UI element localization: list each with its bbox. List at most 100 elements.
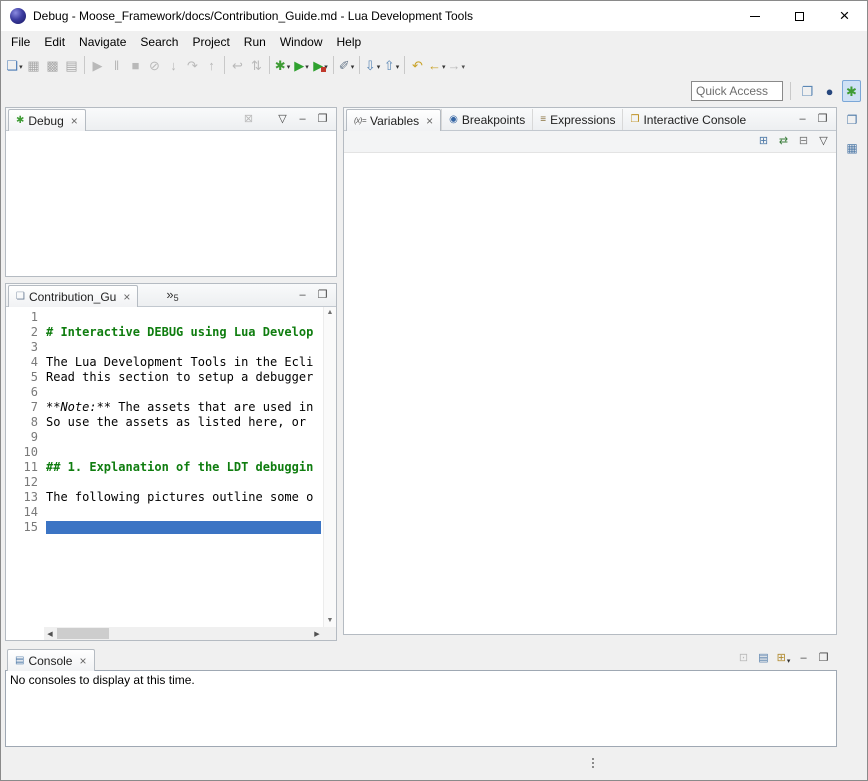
maximize-view-button[interactable]: ❐ — [314, 286, 331, 304]
show-logical-structures-button[interactable]: ⇄ — [775, 133, 792, 151]
external-tools-button[interactable]: ▶ — [311, 54, 330, 76]
dropdown-arrow-icon[interactable] — [19, 56, 23, 74]
debug-button[interactable]: ✱ — [273, 54, 292, 76]
horizontal-sash-console[interactable] — [5, 641, 837, 647]
variables-view-content[interactable] — [344, 153, 836, 634]
toolbar-separator — [790, 82, 791, 100]
maximize-view-button[interactable]: ❐ — [314, 110, 331, 128]
vertical-sash[interactable] — [337, 107, 343, 635]
editor-tab-overflow-button[interactable]: » 5 — [162, 286, 182, 305]
code-text: # Interactive DEBUG using Lua Develop — [46, 325, 313, 339]
dropdown-arrow-icon[interactable] — [377, 56, 381, 74]
console-view-content[interactable]: No consoles to display at this time. — [5, 670, 837, 747]
debug-view-content[interactable] — [6, 131, 336, 276]
display-selected-console-button[interactable]: ▤ — [755, 650, 772, 668]
editor-horizontal-scrollbar[interactable] — [44, 627, 323, 640]
lua-perspective-button[interactable]: ● — [820, 80, 839, 102]
search-button[interactable]: ✐ — [337, 54, 356, 76]
code-line[interactable]: ## 1. Explanation of the LDT debuggin — [46, 460, 323, 475]
code-line[interactable] — [46, 445, 323, 460]
code-line[interactable] — [46, 340, 323, 355]
run-button[interactable]: ▶ — [292, 54, 311, 76]
maximize-button[interactable] — [777, 1, 822, 31]
tab-contribution-gu[interactable]: ❏Contribution_Gu× — [8, 285, 138, 307]
code-line[interactable] — [46, 520, 323, 535]
back-button[interactable]: ← — [427, 54, 447, 76]
code-line[interactable]: **Note:** The assets that are used in — [46, 400, 323, 415]
status-bar-drag-handle[interactable] — [592, 758, 594, 768]
minimize-button[interactable] — [732, 1, 777, 31]
dropdown-arrow-icon[interactable] — [462, 56, 466, 74]
code-line[interactable]: Read this section to setup a debugger — [46, 370, 323, 385]
collapse-all-button[interactable]: ⊟ — [795, 133, 812, 151]
horizontal-sash-debug-editor[interactable] — [5, 277, 337, 283]
variables-view-toolbar: ⊞ ⇄⊟▽ — [344, 131, 836, 153]
new-wizard-button[interactable]: ❏ — [5, 54, 24, 76]
code-line[interactable] — [46, 430, 323, 445]
minimize-view-button[interactable]: – — [294, 286, 311, 304]
menu-search[interactable]: Search — [133, 33, 185, 51]
tab-debug[interactable]: ✱Debug× — [8, 109, 86, 131]
close-button[interactable] — [822, 1, 867, 31]
tab-variables[interactable]: (x)=Variables× — [346, 109, 441, 131]
open-console-button[interactable]: ⊞ — [775, 650, 792, 668]
minimize-view-button[interactable]: – — [294, 110, 311, 128]
code-line[interactable]: So use the assets as listed here, or — [46, 415, 323, 430]
maximize-view-button[interactable]: ❐ — [815, 650, 832, 668]
last-edit-location-icon: ↶ — [412, 59, 423, 72]
scroll-down-icon[interactable] — [324, 615, 336, 627]
menu-run[interactable]: Run — [237, 33, 273, 51]
menu-navigate[interactable]: Navigate — [72, 33, 133, 51]
restore-view-stack-2-button[interactable]: ▦ — [843, 137, 862, 159]
scroll-up-icon[interactable] — [324, 307, 336, 319]
menu-project[interactable]: Project — [185, 33, 236, 51]
close-tab-icon[interactable]: × — [123, 291, 130, 303]
restore-view-stack-1-button[interactable]: ❐ — [843, 109, 862, 131]
editor-vertical-scrollbar[interactable] — [323, 307, 336, 627]
print-icon: ▤ — [65, 59, 77, 72]
debug-perspective-button[interactable]: ✱ — [842, 80, 861, 102]
code-line[interactable] — [46, 310, 323, 325]
code-line[interactable] — [46, 505, 323, 520]
dropdown-arrow-icon[interactable] — [287, 56, 291, 74]
tab-breakpoints[interactable]: ◉Breakpoints — [441, 109, 532, 130]
show-type-names-icon: ⊞ — [759, 136, 768, 147]
code-area[interactable]: # Interactive DEBUG using Lua Develop The… — [44, 307, 323, 627]
dropdown-arrow-icon[interactable] — [442, 56, 446, 74]
last-edit-location-button[interactable]: ↶ — [408, 54, 427, 76]
close-tab-icon[interactable]: × — [79, 655, 86, 667]
tab-console[interactable]: ▤Console× — [7, 649, 95, 671]
menu-file[interactable]: File — [4, 33, 37, 51]
open-perspective-button[interactable]: ❐ — [798, 80, 817, 102]
next-annotation-button[interactable]: ⇩ — [363, 54, 382, 76]
dropdown-arrow-icon[interactable] — [305, 56, 309, 74]
minimize-view-button[interactable]: – — [795, 650, 812, 668]
maximize-view-icon: ❐ — [818, 114, 828, 125]
horizontal-scrollbar-thumb[interactable] — [57, 628, 109, 639]
minimize-view-button[interactable]: – — [794, 110, 811, 128]
close-tab-icon[interactable]: × — [426, 115, 433, 127]
tab-expressions[interactable]: ≡Expressions — [532, 109, 622, 130]
dropdown-arrow-icon[interactable] — [396, 56, 400, 74]
scroll-left-icon[interactable] — [44, 627, 56, 640]
quick-access-input[interactable]: Quick Access — [691, 81, 783, 101]
menu-help[interactable]: Help — [330, 33, 369, 51]
code-line[interactable] — [46, 385, 323, 400]
menu-edit[interactable]: Edit — [37, 33, 72, 51]
view-menu-button[interactable]: ▽ — [274, 110, 291, 128]
dropdown-arrow-icon[interactable] — [351, 56, 355, 74]
view-menu-button[interactable]: ▽ — [815, 133, 832, 151]
menu-window[interactable]: Window — [273, 33, 330, 51]
dropdown-arrow-icon[interactable] — [787, 650, 791, 668]
code-line[interactable]: The Lua Development Tools in the Ecli — [46, 355, 323, 370]
maximize-view-button[interactable]: ❐ — [814, 110, 831, 128]
close-tab-icon[interactable]: × — [71, 115, 78, 127]
show-type-names-button[interactable]: ⊞ — [755, 133, 772, 151]
scroll-right-icon[interactable] — [311, 627, 323, 640]
code-line[interactable] — [46, 475, 323, 490]
previous-annotation-button[interactable]: ⇧ — [382, 54, 401, 76]
code-line[interactable]: The following pictures outline some o — [46, 490, 323, 505]
code-line[interactable]: # Interactive DEBUG using Lua Develop — [46, 325, 323, 340]
tab-interactive-console[interactable]: ❒Interactive Console — [622, 109, 753, 130]
line-number: 13 — [6, 490, 38, 505]
